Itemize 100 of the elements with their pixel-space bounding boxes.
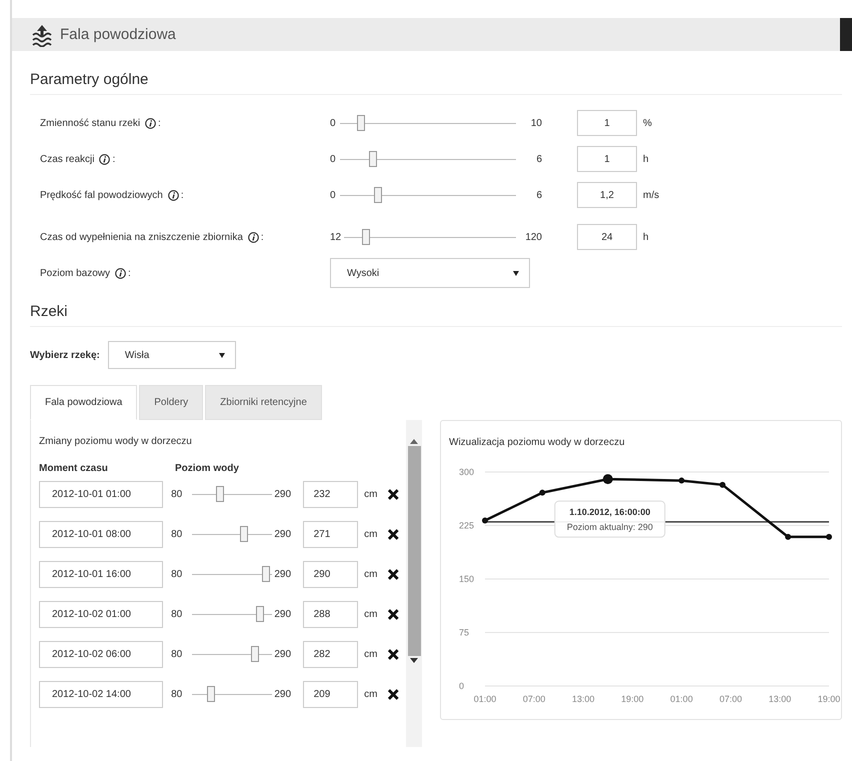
scroll-up-icon[interactable] [410,438,418,444]
x-tick-label: 19:00 [621,694,644,704]
data-point[interactable] [678,478,685,484]
x-tick-label: 13:00 [572,694,595,704]
river-dropdown[interactable]: Wisła [108,341,236,369]
unit-label: cm [364,648,378,660]
slider-handle[interactable] [368,150,377,166]
slider-handle[interactable] [256,606,264,622]
data-point[interactable] [539,490,546,496]
slider-handle[interactable] [356,114,365,130]
info-icon[interactable] [99,154,110,164]
parameter-label: Prędkość fal powodziowych [40,190,163,200]
data-point[interactable] [720,482,726,488]
parameter-label: Czas od wypełnienia na zniszczenie zbiornika [40,232,243,242]
level-field[interactable]: 290 [302,560,358,588]
time-field[interactable]: 2012-10-02 14:00 [39,680,164,708]
unit-label: % [643,118,652,128]
level-field[interactable]: 232 [302,480,358,508]
unit-label: h [643,232,649,242]
panel-title: Zmiany poziomu wody w dorzeczu [39,435,193,447]
scroll-down-icon[interactable] [410,658,418,664]
time-field[interactable]: 2012-10-01 08:00 [39,520,164,548]
info-icon[interactable] [115,268,126,278]
slider-handle[interactable] [251,646,260,662]
tab[interactable]: Zbiorniki retencyjne [205,385,322,420]
unit-label: cm [364,488,378,500]
delete-icon[interactable] [387,488,400,500]
delete-icon[interactable] [387,688,400,700]
parameter-label: Czas reakcji [40,154,94,164]
level-field[interactable]: 209 [302,680,358,708]
slider-handle[interactable] [240,526,248,542]
data-point[interactable] [602,474,613,484]
time-field[interactable]: 2012-10-01 16:00 [39,560,164,588]
slider-min-label: 80 [171,528,184,540]
flood-wave-icon [30,22,54,46]
y-tick-label: 75 [459,628,470,638]
slider-max-label: 290 [274,608,292,620]
info-icon[interactable] [168,190,179,200]
unit-label: h [643,154,649,164]
x-tick-label: 13:00 [768,694,792,704]
delete-icon[interactable] [387,608,400,620]
level-field[interactable]: 282 [302,640,358,668]
y-tick-label: 300 [459,467,474,477]
info-icon[interactable] [248,232,259,242]
slider-min-label: 80 [171,608,184,620]
x-tick-label: 19:00 [818,694,840,704]
slider-min-label: 0 [330,154,337,164]
column-header: Moment czasu [39,463,109,474]
caret-icon [218,352,225,358]
delete-icon[interactable] [387,648,400,660]
slider-min-label: 80 [171,488,184,500]
delete-icon[interactable] [387,528,400,540]
slider-min-label: 0 [330,190,337,200]
time-field[interactable]: 2012-10-02 01:00 [39,600,164,628]
slider-handle[interactable] [216,486,224,502]
colon-text: : [112,154,116,164]
slider-max-label: 290 [274,688,292,700]
info-icon[interactable] [145,118,156,128]
unit-label: cm [364,528,378,540]
unit-label: cm [364,568,378,580]
slider-handle[interactable] [262,566,270,582]
data-point[interactable] [785,534,792,540]
tooltip-title: 1.10.2012, 16:00:00 [569,507,650,518]
slider-max-label: 10 [530,118,542,128]
slider-handle[interactable] [207,686,216,702]
slider-max-label: 6 [535,190,542,200]
slider-max-label: 6 [535,154,542,164]
number-field[interactable]: 24 [577,224,637,250]
y-tick-label: 0 [459,681,464,691]
scroll-thumb[interactable] [408,446,420,656]
time-field[interactable]: 2012-10-02 06:00 [39,640,164,668]
section-title: Parametry ogólne [30,51,842,95]
tooltip-text: Poziom aktualny: 290 [566,522,653,532]
colon-text: : [180,190,184,200]
number-field[interactable]: 1 [577,110,637,136]
data-point[interactable] [482,518,488,524]
column-header: Poziom wody [175,463,239,474]
slider-handle[interactable] [374,186,382,202]
tab[interactable]: Fala powodziowa [30,385,138,420]
time-field[interactable]: 2012-10-01 01:00 [39,480,164,508]
panel-title: Wizualizacja poziomu wody w dorzeczu [449,436,626,448]
slider-max-label: 120 [524,232,542,242]
number-field[interactable]: 1 [577,146,637,172]
parameter-label: Zmienność stanu rzeki [40,118,140,128]
colon-text: : [260,232,264,242]
colon-text: : [128,268,131,278]
number-field[interactable]: 1,2 [577,182,637,208]
slider-handle[interactable] [362,228,370,244]
tab[interactable]: Poldery [139,385,204,420]
delete-icon[interactable] [387,568,400,580]
data-point[interactable] [826,534,832,540]
level-field[interactable]: 271 [302,520,358,548]
unit-label: m/s [643,190,660,200]
scrollbar[interactable] [406,420,422,747]
level-field[interactable]: 288 [302,600,358,628]
unit-label: cm [364,608,378,620]
level-dropdown[interactable]: Wysoki [330,258,530,288]
x-tick-label: 01:00 [474,694,496,704]
slider-min-label: 80 [171,648,184,660]
x-tick-label: 01:00 [670,694,693,704]
